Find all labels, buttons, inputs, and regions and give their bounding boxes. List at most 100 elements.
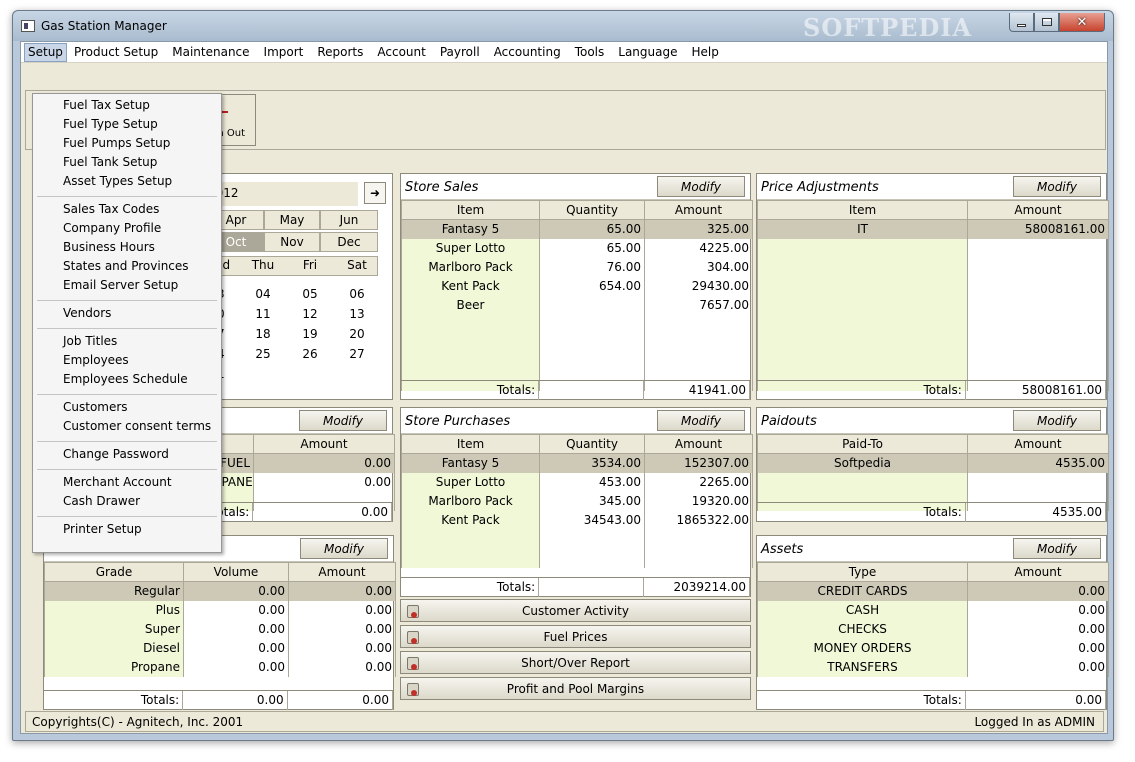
- calendar-day[interactable]: 11: [240, 307, 286, 325]
- table-row[interactable]: Marlboro Pack 345.00 19320.00: [401, 491, 753, 511]
- menu-item-business-hours[interactable]: Business Hours: [63, 240, 155, 259]
- menu-item-fuel-tax-setup[interactable]: Fuel Tax Setup: [63, 98, 150, 117]
- fuel-prices-button[interactable]: Fuel Prices: [400, 625, 751, 648]
- table-row[interactable]: [757, 238, 1109, 258]
- menu-item-customers[interactable]: Customers: [63, 400, 128, 419]
- table-row[interactable]: IT 58008161.00: [757, 219, 1109, 239]
- menu-help[interactable]: Help: [685, 43, 726, 62]
- table-row[interactable]: CREDIT CARDS 0.00: [757, 581, 1109, 601]
- menu-item-fuel-tank-setup[interactable]: Fuel Tank Setup: [63, 155, 157, 174]
- calendar-day[interactable]: 04: [240, 287, 286, 305]
- close-button[interactable]: ✕: [1059, 13, 1105, 32]
- menu-item-sales-tax-codes[interactable]: Sales Tax Codes: [63, 202, 159, 221]
- calendar-next-button[interactable]: ➜: [364, 182, 386, 204]
- table-row[interactable]: Super 0.00 0.00: [44, 619, 396, 639]
- menu-item-cash-drawer[interactable]: Cash Drawer: [63, 494, 140, 513]
- profit-pool-margins-button[interactable]: Profit and Pool Margins: [400, 677, 751, 700]
- menu-maintenance[interactable]: Maintenance: [165, 43, 256, 62]
- menu-item-job-titles[interactable]: Job Titles: [63, 334, 117, 353]
- fuel-purchases-modify-button[interactable]: Modify: [300, 538, 388, 559]
- table-row[interactable]: Beer 7657.00: [401, 295, 753, 315]
- table-row[interactable]: [401, 314, 753, 334]
- month-may[interactable]: May: [264, 210, 320, 230]
- table-row[interactable]: Marlboro Pack 76.00 304.00: [401, 257, 753, 277]
- table-row[interactable]: CHECKS 0.00: [757, 619, 1109, 639]
- table-row[interactable]: Regular 0.00 0.00: [44, 581, 396, 601]
- table-row[interactable]: [401, 548, 753, 568]
- table-row[interactable]: [757, 257, 1109, 277]
- table-row[interactable]: Fantasy 5 65.00 325.00: [401, 219, 753, 239]
- calendar-day[interactable]: 19: [287, 327, 333, 345]
- menu-item-employees[interactable]: Employees: [63, 353, 129, 372]
- table-row[interactable]: Kent Pack 34543.00 1865322.00: [401, 510, 753, 530]
- menu-accounting[interactable]: Accounting: [487, 43, 568, 62]
- month-dec[interactable]: Dec: [320, 232, 378, 252]
- menu-setup[interactable]: Setup: [24, 42, 67, 62]
- menu-item-employees-schedule[interactable]: Employees Schedule: [63, 372, 188, 391]
- calendar-day[interactable]: 20: [334, 327, 380, 345]
- menu-item-asset-types-setup[interactable]: Asset Types Setup: [63, 174, 172, 193]
- calendar-day[interactable]: 27: [334, 347, 380, 365]
- table-row[interactable]: Super Lotto 453.00 2265.00: [401, 472, 753, 492]
- minimize-button[interactable]: [1009, 13, 1034, 32]
- paidouts-modify-button[interactable]: Modify: [1013, 410, 1101, 431]
- menu-item-customer-consent-terms[interactable]: Customer consent terms: [63, 419, 211, 438]
- calendar-day[interactable]: 06: [334, 287, 380, 305]
- calendar-day[interactable]: 25: [240, 347, 286, 365]
- table-row[interactable]: [401, 529, 753, 549]
- table-row[interactable]: Kent Pack 654.00 29430.00: [401, 276, 753, 296]
- menu-item-fuel-pumps-setup[interactable]: Fuel Pumps Setup: [63, 136, 170, 155]
- calendar-day[interactable]: 26: [287, 347, 333, 365]
- store-sales-modify-button[interactable]: Modify: [657, 176, 745, 197]
- menu-language[interactable]: Language: [611, 43, 684, 62]
- table-row[interactable]: Propane 0.00 0.00: [44, 657, 396, 677]
- calendar-day[interactable]: 12: [287, 307, 333, 325]
- menu-item-change-password[interactable]: Change Password: [63, 447, 169, 466]
- table-row[interactable]: [401, 352, 753, 372]
- menu-account[interactable]: Account: [370, 43, 432, 62]
- menu-tools[interactable]: Tools: [568, 43, 612, 62]
- calendar-day[interactable]: 18: [240, 327, 286, 345]
- table-row[interactable]: TRANSFERS 0.00: [757, 657, 1109, 677]
- menu-item-merchant-account[interactable]: Merchant Account: [63, 475, 172, 494]
- table-row[interactable]: FUEL 0.00: [208, 453, 395, 473]
- table-row[interactable]: [401, 333, 753, 353]
- menu-item-states-and-provinces[interactable]: States and Provinces: [63, 259, 189, 278]
- menu-item-printer-setup[interactable]: Printer Setup: [63, 522, 142, 541]
- title-bar[interactable]: Gas Station Manager SOFTPEDIA ✕: [13, 11, 1113, 42]
- month-jun[interactable]: Jun: [320, 210, 378, 230]
- table-row[interactable]: CASH 0.00: [757, 600, 1109, 620]
- calendar-day[interactable]: 05: [287, 287, 333, 305]
- table-row[interactable]: [757, 295, 1109, 315]
- short-over-report-button[interactable]: Short/Over Report: [400, 651, 751, 674]
- menu-item-company-profile[interactable]: Company Profile: [63, 221, 161, 240]
- table-row[interactable]: [757, 276, 1109, 296]
- store-purchases-modify-button[interactable]: Modify: [657, 410, 745, 431]
- menu-payroll[interactable]: Payroll: [433, 43, 487, 62]
- menu-product-setup[interactable]: Product Setup: [67, 43, 165, 62]
- menu-item-vendors[interactable]: Vendors: [63, 306, 111, 325]
- maximize-button[interactable]: [1034, 13, 1059, 32]
- table-row[interactable]: [757, 314, 1109, 334]
- menu-reports[interactable]: Reports: [310, 43, 370, 62]
- table-cell: 0.00: [253, 472, 395, 492]
- month-nov[interactable]: Nov: [264, 232, 320, 252]
- table-row[interactable]: Super Lotto 65.00 4225.00: [401, 238, 753, 258]
- table-row[interactable]: [757, 333, 1109, 353]
- menu-item-email-server-setup[interactable]: Email Server Setup: [63, 278, 178, 297]
- calendar-day[interactable]: 13: [334, 307, 380, 325]
- table-row[interactable]: Plus 0.00 0.00: [44, 600, 396, 620]
- price-adjustments-modify-button[interactable]: Modify: [1013, 176, 1101, 197]
- fuel-sales-modify-button[interactable]: Modify: [299, 410, 387, 431]
- customer-activity-button[interactable]: Customer Activity: [400, 599, 751, 622]
- table-row[interactable]: Diesel 0.00 0.00: [44, 638, 396, 658]
- menu-item-fuel-type-setup[interactable]: Fuel Type Setup: [63, 117, 158, 136]
- table-row[interactable]: [757, 352, 1109, 372]
- table-row[interactable]: Fantasy 5 3534.00 152307.00: [401, 453, 753, 473]
- table-row[interactable]: Softpedia 4535.00: [757, 453, 1109, 473]
- table-row[interactable]: MONEY ORDERS 0.00: [757, 638, 1109, 658]
- table-row[interactable]: [757, 472, 1109, 492]
- menu-import[interactable]: Import: [257, 43, 311, 62]
- assets-modify-button[interactable]: Modify: [1013, 538, 1101, 559]
- table-row[interactable]: OPANE 0.00: [208, 472, 395, 492]
